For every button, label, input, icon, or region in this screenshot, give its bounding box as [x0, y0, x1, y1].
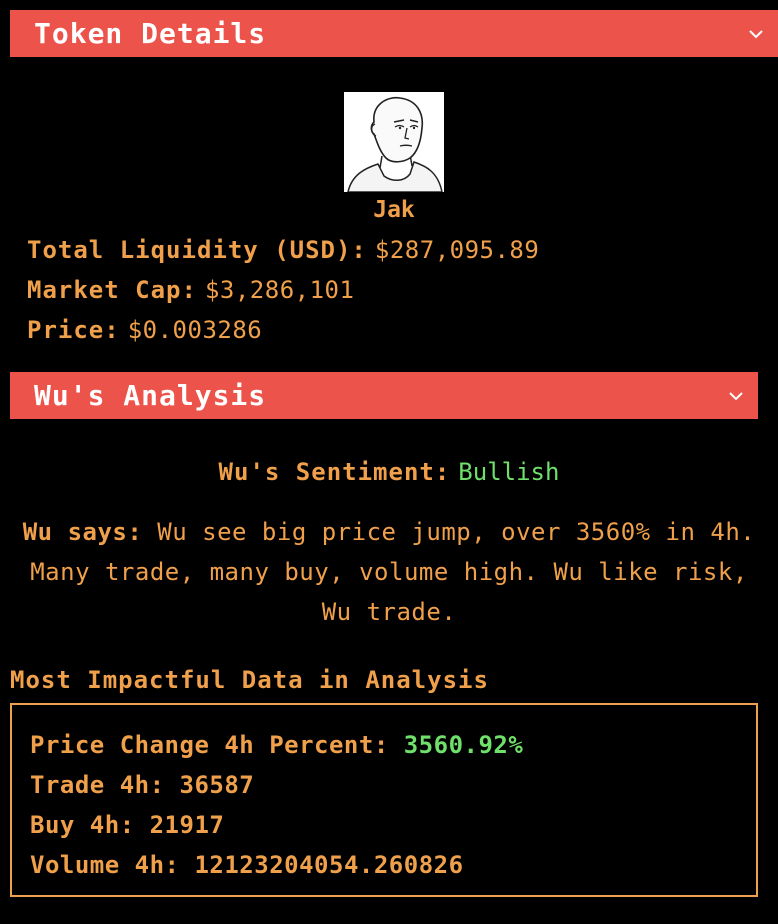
liquidity-row: Total Liquidity (USD): $287,095.89	[27, 236, 539, 264]
price-value: $0.003286	[127, 316, 263, 344]
token-avatar	[344, 92, 444, 192]
impact-item-label: Trade 4h:	[30, 771, 165, 799]
price-row: Price: $0.003286	[27, 316, 262, 344]
impact-item-label: Volume 4h:	[30, 851, 180, 879]
market-cap-row: Market Cap: $3,286,101	[27, 276, 354, 304]
impact-item-value: 12123204054.260826	[194, 851, 464, 879]
liquidity-value: $287,095.89	[374, 236, 540, 264]
sentiment-label: Wu's Sentiment:	[218, 458, 451, 486]
impact-item: Price Change 4h Percent: 3560.92%	[30, 725, 756, 765]
impact-item-value: 3560.92%	[403, 731, 524, 759]
token-details-title: Token Details	[34, 17, 267, 50]
token-details-header[interactable]: Token Details	[10, 10, 778, 57]
impact-item-label: Buy 4h:	[30, 811, 135, 839]
impact-item: Volume 4h: 12123204054.260826	[30, 845, 756, 885]
impact-data-box: Price Change 4h Percent: 3560.92% Trade …	[10, 703, 758, 897]
price-label: Price:	[27, 316, 120, 344]
impact-item-value: 21917	[149, 811, 225, 839]
impact-item: Buy 4h: 21917	[30, 805, 756, 845]
liquidity-label: Total Liquidity (USD):	[27, 236, 367, 264]
chevron-down-icon[interactable]	[716, 376, 756, 416]
analysis-header[interactable]: Wu's Analysis	[10, 372, 758, 419]
market-cap-value: $3,286,101	[204, 276, 355, 304]
impact-item-label: Price Change 4h Percent:	[30, 731, 389, 759]
token-name: Jak	[373, 197, 415, 223]
impact-heading: Most Impactful Data in Analysis	[10, 666, 489, 694]
impact-item: Trade 4h: 36587	[30, 765, 756, 805]
market-cap-label: Market Cap:	[27, 276, 197, 304]
wu-says-label: Wu says:	[22, 518, 143, 546]
sentiment-row: Wu's Sentiment: Bullish	[0, 458, 778, 486]
impact-item-value: 36587	[179, 771, 255, 799]
chevron-down-icon[interactable]	[736, 14, 776, 54]
wu-says-paragraph: Wu says: Wu see big price jump, over 356…	[10, 512, 768, 632]
analysis-title: Wu's Analysis	[34, 379, 267, 412]
sentiment-value: Bullish	[458, 458, 560, 486]
